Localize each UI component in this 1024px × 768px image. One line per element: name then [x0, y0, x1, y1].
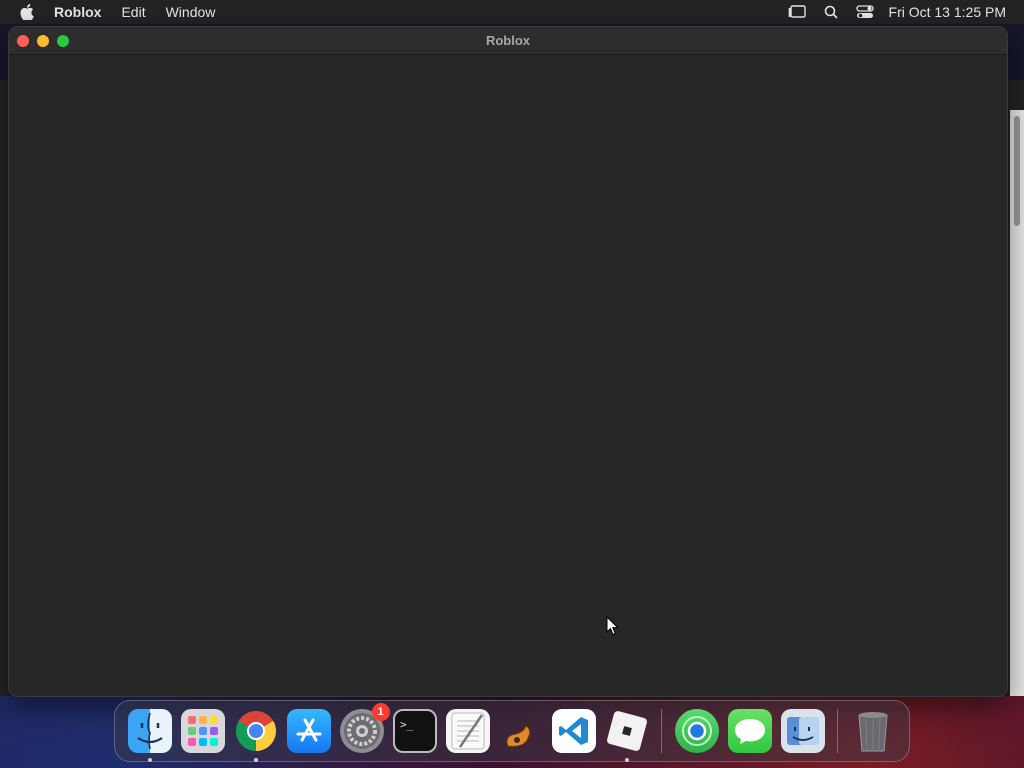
menu-window[interactable]: Window: [156, 0, 226, 24]
dock-textedit-icon[interactable]: [445, 709, 490, 753]
roblox-window: Roblox: [8, 26, 1008, 697]
dock-trash-icon[interactable]: [851, 709, 895, 753]
dock-launchpad-icon[interactable]: [180, 709, 225, 753]
running-indicator: [147, 758, 152, 762]
dock: 1 >_: [114, 700, 910, 762]
control-center-icon[interactable]: [855, 4, 875, 20]
dock-terminal-icon[interactable]: >_: [392, 709, 437, 753]
spotlight-search-icon[interactable]: [821, 4, 841, 20]
dock-messages-icon[interactable]: [727, 709, 772, 753]
dock-migration-assistant-icon[interactable]: [780, 709, 825, 753]
window-title: Roblox: [485, 33, 531, 48]
dock-app-store-icon[interactable]: [286, 709, 331, 753]
menu-app-name[interactable]: Roblox: [44, 0, 111, 24]
dock-system-settings-icon[interactable]: 1: [339, 703, 390, 753]
running-indicator: [624, 758, 629, 762]
window-minimize-button[interactable]: [37, 34, 49, 47]
running-indicator: [253, 758, 258, 762]
window-close-button[interactable]: [17, 34, 29, 47]
mouse-pointer-icon: [606, 615, 620, 636]
menu-edit[interactable]: Edit: [111, 0, 155, 24]
notification-badge: 1: [371, 703, 390, 721]
stage-manager-icon[interactable]: [787, 4, 807, 20]
background-scrollbar[interactable]: [1010, 110, 1024, 696]
apple-menu-icon[interactable]: [10, 4, 44, 20]
dock-vscode-icon[interactable]: [551, 709, 596, 753]
dock-separator: [661, 709, 662, 753]
dock-finder-icon[interactable]: [127, 709, 172, 762]
svg-text:>_: >_: [400, 718, 414, 731]
dock-chrome-icon[interactable]: [234, 709, 278, 762]
dock-garageband-icon[interactable]: [499, 709, 543, 753]
scrollbar-thumb[interactable]: [1014, 116, 1020, 226]
menu-clock[interactable]: Fri Oct 13 1:25 PM: [889, 4, 1014, 20]
window-maximize-button[interactable]: [57, 34, 69, 47]
menu-bar: Roblox Edit Window Fri Oct 13 1:25 PM: [0, 0, 1024, 24]
window-titlebar[interactable]: Roblox: [9, 27, 1007, 55]
dock-find-my-icon[interactable]: [674, 709, 719, 753]
dock-roblox-icon[interactable]: [605, 709, 649, 762]
window-content[interactable]: [9, 55, 1007, 696]
dock-separator: [837, 709, 838, 753]
